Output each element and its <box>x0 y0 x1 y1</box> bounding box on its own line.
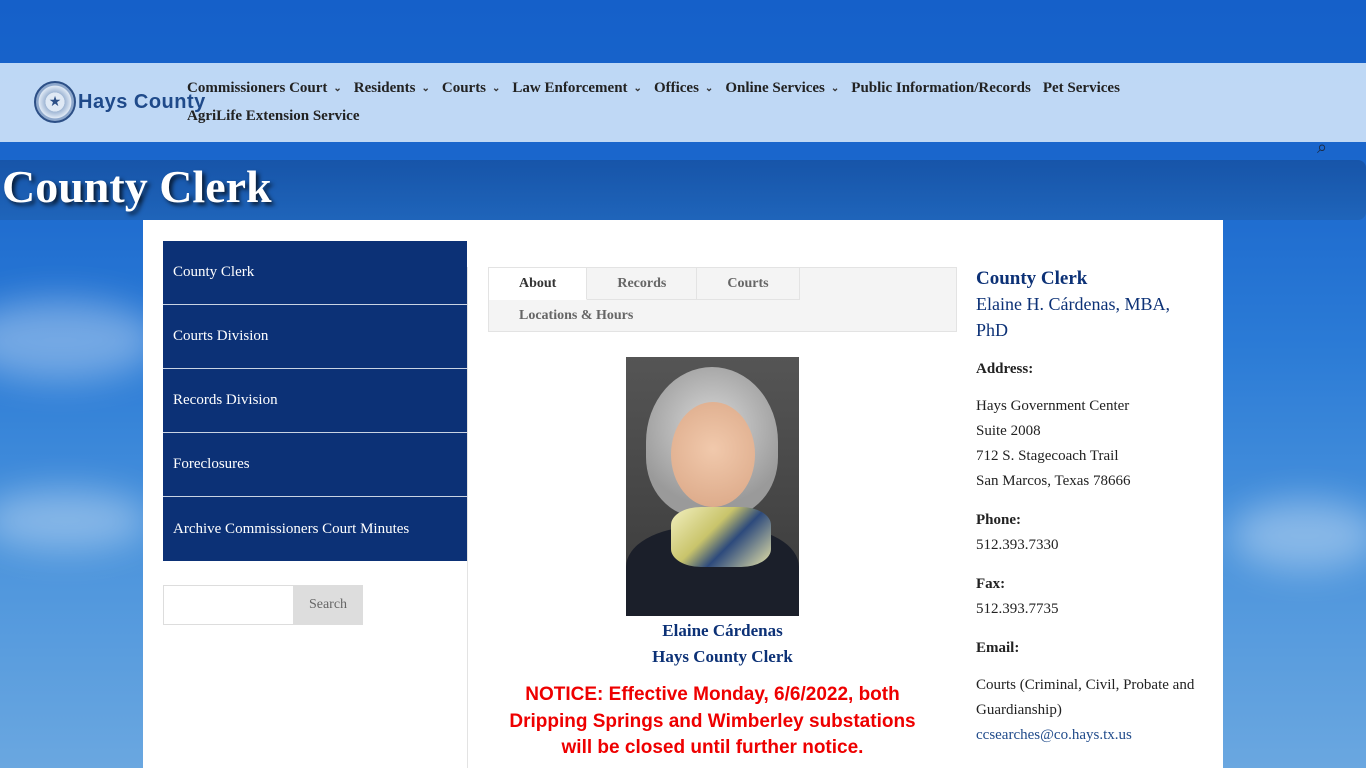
tab-locations-hours[interactable]: Locations & Hours <box>489 300 663 332</box>
nav-item-label: Courts <box>441 79 487 96</box>
cloud-decoration <box>0 490 150 550</box>
email-link[interactable]: ccsearches@co.hays.tx.us <box>976 723 1196 748</box>
nav-row: Commissioners Court ⌄ Residents ⌄ Courts ⌄ Law… <box>187 77 1217 99</box>
sidebar-item-county-clerk[interactable]: County Clerk <box>163 241 467 305</box>
nav-item-label: AgriLife Extension Service <box>187 107 360 124</box>
sidebar-menu: County Clerk Courts Division Records Divis… <box>163 241 467 561</box>
site-logo[interactable]: ★ Hays County <box>34 81 206 123</box>
chevron-down-icon: ⌄ <box>704 82 714 94</box>
address-line: San Marcos, Texas 78666 <box>976 473 1131 489</box>
sidebar-item-archive-commissioners-court-minutes[interactable]: Archive Commissioners Court Minutes <box>163 497 467 561</box>
email-description: Courts (Criminal, Civil, Probate and Gua… <box>976 677 1195 718</box>
fax-value: 512.393.7735 <box>976 601 1059 617</box>
nav-item-online-services[interactable]: Online Services ⌄ <box>725 80 839 97</box>
sidebar-item-foreclosures[interactable]: Foreclosures <box>163 433 467 497</box>
nav-item-label: Pet Services <box>1042 79 1120 96</box>
address-label: Address: <box>976 361 1034 377</box>
search-input[interactable] <box>163 585 293 625</box>
address-line: Hays Government Center <box>976 398 1130 414</box>
nav-item-residents[interactable]: Residents ⌄ <box>354 80 430 97</box>
nav-item-offices[interactable]: Offices ⌄ <box>654 80 713 97</box>
clerk-photo <box>626 357 799 616</box>
tab-records[interactable]: Records <box>587 268 698 300</box>
nav-item-public-information-records[interactable]: Public Information/Records <box>851 80 1031 97</box>
tab-row: About Records Courts <box>489 268 956 300</box>
tab-row: Locations & Hours <box>489 300 956 332</box>
address-line: Suite 2008 <box>976 423 1041 439</box>
closure-notice: NOTICE: Effective Monday, 6/6/2022, both… <box>509 684 916 758</box>
nav-item-label: Online Services <box>725 79 825 96</box>
county-seal-icon: ★ <box>34 81 76 123</box>
content-card: County Clerk Courts Division Records Divis… <box>143 220 1223 768</box>
sidebar-item-courts-division[interactable]: Courts Division <box>163 305 467 369</box>
nav-item-agrilife-extension-service[interactable]: AgriLife Extension Service <box>187 108 359 125</box>
address-block: Hays Government Center Suite 2008 712 S.… <box>976 394 1196 494</box>
nav-item-label: Residents <box>353 79 416 96</box>
caption-role: Hays County Clerk <box>652 647 793 666</box>
cloud-decoration <box>1230 500 1366 570</box>
nav-item-courts[interactable]: Courts ⌄ <box>442 80 501 97</box>
contact-info: County Clerk Elaine H. Cárdenas, MBA, Ph… <box>976 267 1196 748</box>
column-divider <box>467 267 468 768</box>
nav-item-label: Public Information/Records <box>851 79 1031 96</box>
fax-label: Fax: <box>976 576 1006 592</box>
sidebar-item-records-division[interactable]: Records Division <box>163 369 467 433</box>
phone-value: 512.393.7330 <box>976 537 1059 553</box>
caption-name: Elaine Cárdenas <box>662 621 783 640</box>
phone-label: Phone: <box>976 512 1021 528</box>
chevron-down-icon: ⌄ <box>492 82 501 94</box>
page-title: County Clerk <box>2 161 272 212</box>
nav-row: AgriLife Extension Service <box>187 105 1217 127</box>
cloud-decoration <box>0 300 160 380</box>
nav-item-label: Offices <box>653 79 699 96</box>
chevron-down-icon: ⌄ <box>421 82 430 94</box>
search-icon[interactable]: ⌕ <box>1317 137 1327 158</box>
nav-item-label: Law Enforcement <box>512 79 628 96</box>
address-line: 712 S. Stagecoach Trail <box>976 448 1119 464</box>
chevron-down-icon: ⌄ <box>633 82 642 94</box>
main-nav: Commissioners Court ⌄ Residents ⌄ Courts ⌄ Law… <box>187 77 1217 133</box>
chevron-down-icon: ⌄ <box>830 82 840 94</box>
nav-item-pet-services[interactable]: Pet Services <box>1043 80 1120 97</box>
search-button[interactable]: Search <box>293 585 363 625</box>
info-title: County Clerk <box>976 268 1088 289</box>
info-name: Elaine H. Cárdenas, MBA, PhD <box>976 294 1170 340</box>
nav-item-commissioners-court[interactable]: Commissioners Court ⌄ <box>187 80 342 97</box>
tab-about[interactable]: About <box>489 268 588 300</box>
site-header: ★ Hays County Commissioners Court ⌄ Reside… <box>0 63 1366 142</box>
sidebar-search: Search <box>163 585 363 625</box>
nav-item-label: Commissioners Court <box>187 79 328 96</box>
chevron-down-icon: ⌄ <box>333 82 342 94</box>
tab-bar: About Records Courts Locations & Hours <box>488 267 957 332</box>
email-label: Email: <box>976 640 1020 656</box>
tab-courts[interactable]: Courts <box>697 268 800 300</box>
nav-item-law-enforcement[interactable]: Law Enforcement ⌄ <box>512 80 642 97</box>
photo-caption: Elaine Cárdenas Hays County Clerk <box>488 618 957 670</box>
